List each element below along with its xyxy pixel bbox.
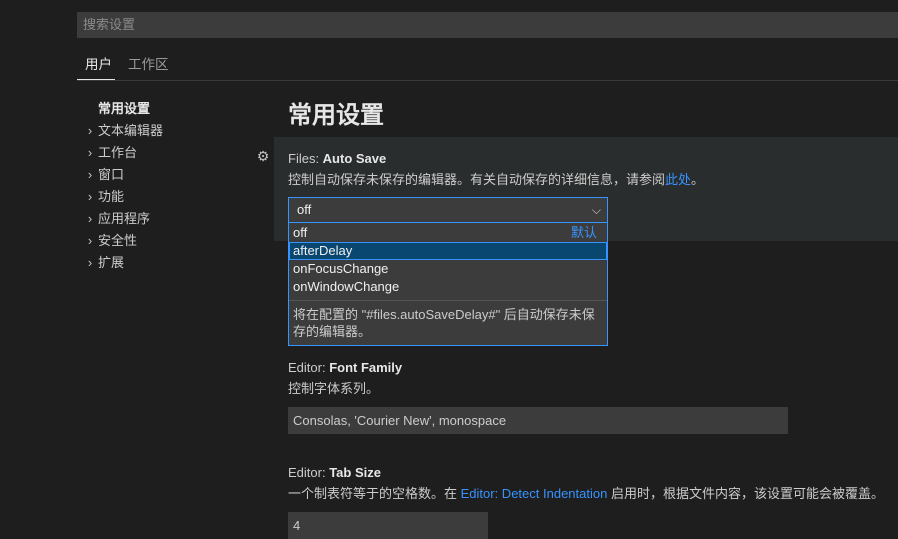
- chevron-right-icon: ›: [87, 167, 93, 182]
- setting-title-tab-size: Editor: Tab Size: [288, 464, 381, 482]
- gear-icon[interactable]: ⚙: [255, 148, 271, 164]
- chevron-down-icon: ⌵: [591, 203, 601, 217]
- auto-save-dropdown-list: off 默认 afterDelay onFocusChange onWindow…: [288, 223, 608, 346]
- option-after-delay[interactable]: afterDelay: [289, 242, 607, 260]
- setting-category: Editor:: [288, 465, 330, 480]
- toc-item-label: 常用设置: [98, 101, 151, 116]
- option-label: off: [293, 225, 308, 240]
- toc-item-window[interactable]: › 窗口: [82, 164, 262, 186]
- setting-title-auto-save: Files: Auto Save: [288, 150, 386, 168]
- setting-name: Tab Size: [329, 465, 381, 480]
- option-description: 将在配置的 "#files.autoSaveDelay#" 后自动保存未保存的编…: [293, 307, 595, 339]
- page-title: 常用设置: [288, 102, 384, 129]
- setting-title-font-family: Editor: Font Family: [288, 359, 402, 377]
- toc-item-label: 安全性: [98, 233, 138, 248]
- toc-item-text-editor[interactable]: › 文本编辑器: [82, 120, 262, 142]
- setting-description-tab-size: 一个制表符等于的空格数。在 Editor: Detect Indentation…: [288, 485, 884, 503]
- toc-item-label: 应用程序: [98, 211, 151, 226]
- default-tag: 默认: [570, 225, 597, 240]
- chevron-right-icon: ›: [87, 145, 93, 160]
- tabs-divider: [77, 80, 898, 81]
- chevron-right-icon: ›: [87, 255, 93, 270]
- option-on-window-change[interactable]: onWindowChange: [289, 278, 607, 296]
- tab-size-input[interactable]: 4: [288, 512, 488, 539]
- detect-indentation-link[interactable]: Editor: Detect Indentation: [461, 486, 608, 501]
- tab-active-indicator: [77, 79, 115, 80]
- toc-item-label: 文本编辑器: [98, 123, 164, 138]
- font-family-input[interactable]: Consolas, 'Courier New', monospace: [288, 407, 788, 434]
- option-label: onFocusChange: [293, 261, 389, 276]
- setting-description-auto-save: 控制自动保存未保存的编辑器。有关自动保存的详细信息，请参阅此处。: [288, 171, 704, 189]
- input-value: 4: [293, 518, 301, 533]
- chevron-right-icon: ›: [87, 189, 93, 204]
- description-text: 控制自动保存未保存的编辑器。有关自动保存的详细信息，请参阅: [288, 172, 666, 187]
- option-label: afterDelay: [293, 243, 353, 258]
- option-label: onWindowChange: [293, 279, 400, 294]
- option-off[interactable]: off 默认: [289, 224, 607, 242]
- scope-tabs: 用户 工作区: [77, 52, 177, 80]
- toc-item-security[interactable]: › 安全性: [82, 230, 262, 252]
- toc-item-workbench[interactable]: › 工作台: [82, 142, 262, 164]
- option-on-focus-change[interactable]: onFocusChange: [289, 260, 607, 278]
- toc-item-features[interactable]: › 功能: [82, 186, 262, 208]
- toc-item-common[interactable]: 常用设置: [82, 98, 262, 120]
- input-value: Consolas, 'Courier New', monospace: [293, 413, 507, 428]
- description-text: 一个制表符等于的空格数。在: [288, 486, 461, 501]
- toc-item-label: 功能: [98, 189, 125, 204]
- setting-category: Files:: [288, 151, 323, 166]
- setting-category: Editor:: [288, 360, 330, 375]
- settings-toc: 常用设置 › 文本编辑器 › 工作台 › 窗口 › 功能 › 应用程序 › 安全…: [82, 98, 262, 274]
- chevron-right-icon: ›: [87, 233, 93, 248]
- auto-save-select[interactable]: off ⌵: [288, 197, 608, 223]
- tab-user[interactable]: 用户: [77, 52, 120, 80]
- tab-workspace[interactable]: 工作区: [120, 52, 177, 80]
- details-link[interactable]: 此处: [665, 172, 691, 187]
- chevron-right-icon: ›: [87, 123, 93, 138]
- search-placeholder: 搜索设置: [83, 17, 136, 32]
- setting-name: Auto Save: [322, 151, 387, 166]
- toc-item-label: 工作台: [98, 145, 138, 160]
- setting-description-font-family: 控制字体系列。: [288, 381, 380, 396]
- select-value: off: [297, 202, 312, 217]
- setting-name: Font Family: [329, 360, 403, 375]
- description-end: 。: [691, 172, 705, 187]
- toc-item-label: 窗口: [98, 167, 125, 182]
- toc-item-label: 扩展: [98, 255, 125, 270]
- description-end: 启用时，根据文件内容，该设置可能会被覆盖。: [607, 486, 884, 501]
- toc-item-application[interactable]: › 应用程序: [82, 208, 262, 230]
- toc-item-extensions[interactable]: › 扩展: [82, 252, 262, 274]
- search-settings-input[interactable]: 搜索设置: [77, 12, 898, 38]
- chevron-right-icon: ›: [87, 211, 93, 226]
